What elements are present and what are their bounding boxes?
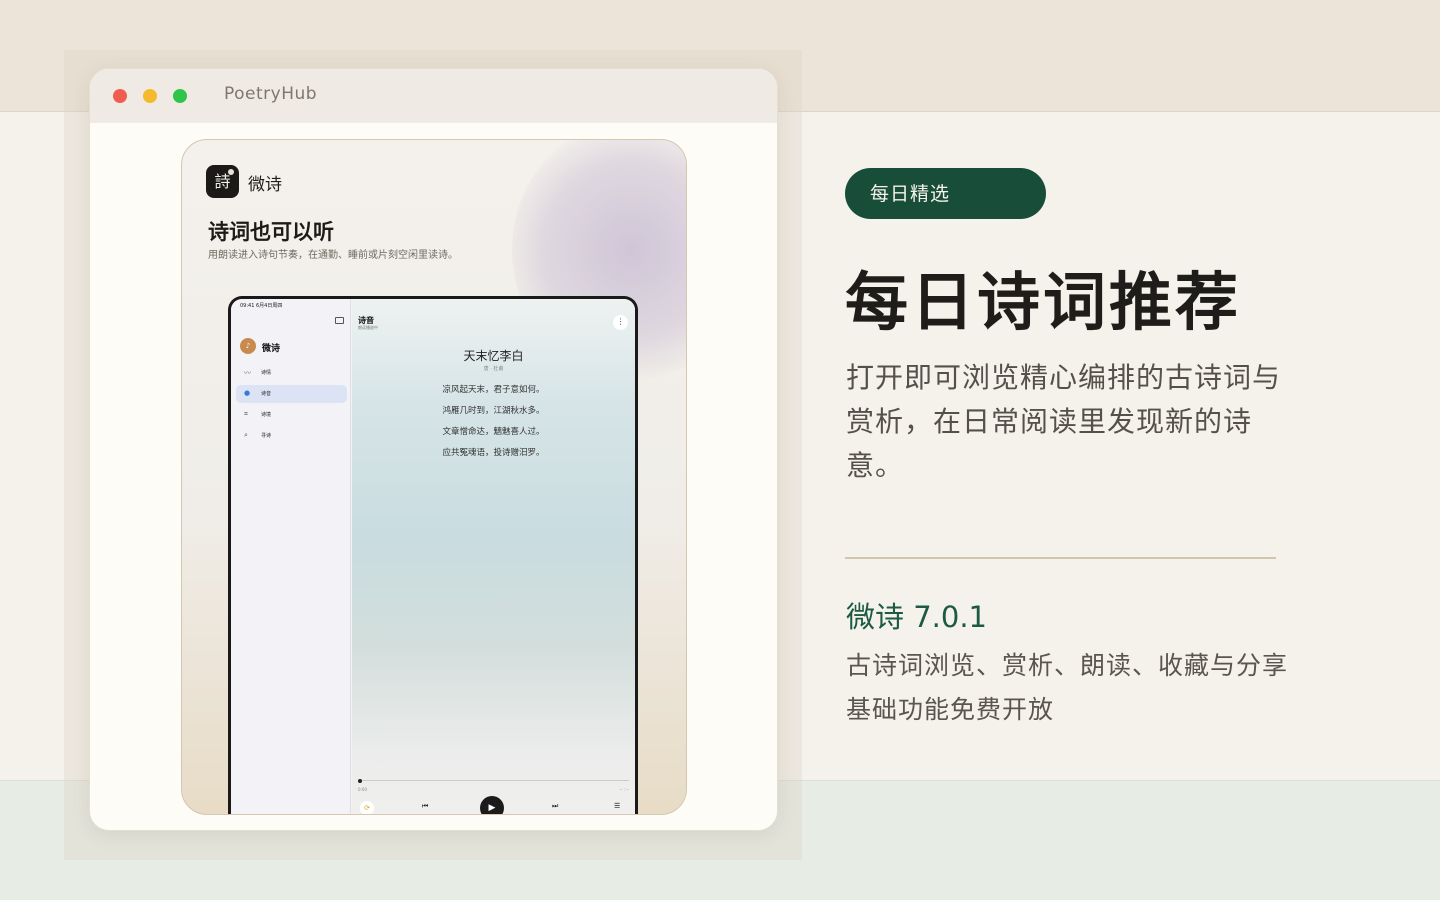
- app-window: PoetryHub 詩 微诗 诗词也可以听 用朗读进入诗句节奏，在通勤、睡前或片…: [89, 68, 778, 831]
- repeat-button[interactable]: ⟳: [360, 801, 374, 814]
- close-button[interactable]: [113, 89, 127, 103]
- window-titlebar[interactable]: PoetryHub: [90, 69, 777, 123]
- promo-headline: 每日诗词推荐: [845, 266, 1241, 339]
- time-elapsed: 0:00: [358, 787, 367, 792]
- feature-line: 古诗词浏览、赏析、朗读、收藏与分享: [846, 651, 1289, 680]
- sidebar-item-shiqing[interactable]: 〰 诗情: [236, 364, 347, 382]
- poem-author: 唐 · 杜甫: [483, 366, 504, 372]
- card-headline: 诗词也可以听: [208, 219, 334, 244]
- daily-pick-label: 每日精选: [870, 183, 951, 205]
- sidebar-item-label: 诗境: [261, 412, 272, 418]
- app-preview-card: 詩 微诗 诗词也可以听 用朗读进入诗句节奏，在通勤、睡前或片刻空闲里读诗。 ♪ …: [181, 139, 687, 815]
- sidebar-app-icon: ♪: [240, 338, 256, 354]
- promo-description: 打开即可浏览精心编排的古诗词与赏析，在日常阅读里发现新的诗意。: [846, 361, 1282, 482]
- search-icon: ⌕: [244, 431, 248, 439]
- poem-line: 鸿雁几时到，江湖秋水多。: [442, 406, 545, 416]
- sidebar-item-label: 寻诗: [261, 433, 272, 439]
- poem-line: 凉风起天末，君子意如何。: [442, 385, 545, 395]
- audio-icon: ●: [244, 389, 251, 397]
- ipad-sidebar: ♪ 微诗 〰 诗情 ● 诗音 ⌗ 诗境 ⌕ 寻诗: [231, 299, 351, 814]
- divider: [845, 557, 1276, 559]
- play-button[interactable]: ▶: [480, 796, 504, 814]
- version-label: 微诗 7.0.1: [846, 600, 988, 634]
- ipad-screen: ♪ 微诗 〰 诗情 ● 诗音 ⌗ 诗境 ⌕ 寻诗 09:41 6月4日周四 诗音…: [231, 299, 635, 814]
- status-time: 09:41 6月4日周四: [240, 303, 283, 309]
- previous-button[interactable]: ⏮: [422, 802, 428, 811]
- poem-line: 文章憎命达，魑魅喜人过。: [442, 427, 545, 437]
- sidebar-app-name: 微诗: [262, 344, 281, 354]
- next-button[interactable]: ⏭: [552, 802, 558, 811]
- feature-line: 基础功能免费开放: [846, 695, 1055, 724]
- poem-line: 应共冤魂语，投诗赠汨罗。: [442, 448, 545, 458]
- app-icon: 詩: [206, 165, 239, 198]
- zoom-button[interactable]: [173, 89, 187, 103]
- playback-progress-bar[interactable]: [358, 778, 629, 783]
- app-icon-glyph: 詩: [214, 172, 231, 191]
- ipad-mockup: ♪ 微诗 〰 诗情 ● 诗音 ⌗ 诗境 ⌕ 寻诗 09:41 6月4日周四 诗音…: [228, 296, 638, 814]
- main-subtitle: 朗读播放中: [358, 325, 378, 330]
- sidebar-item-shijing[interactable]: ⌗ 诗境: [236, 406, 347, 424]
- time-remaining: -- : --: [619, 787, 629, 792]
- ipad-main-pane: 诗音 朗读播放中 ⋮ 天末忆李白 唐 · 杜甫 凉风起天末，君子意如何。 鸿雁几…: [352, 299, 635, 814]
- poem-title: 天末忆李白: [463, 349, 524, 363]
- sidebar-toggle-icon[interactable]: [335, 317, 344, 324]
- sidebar-item-label: 诗音: [261, 391, 272, 397]
- sidebar-item-xunshi[interactable]: ⌕ 寻诗: [236, 427, 347, 445]
- more-options-button[interactable]: ⋮: [613, 315, 628, 330]
- minimize-button[interactable]: [143, 89, 157, 103]
- scan-icon: ⌗: [244, 410, 248, 418]
- app-icon-dot: [228, 169, 234, 175]
- progress-handle[interactable]: [358, 778, 362, 783]
- daily-pick-tag: 每日精选: [845, 168, 1046, 219]
- sidebar-item-label: 诗情: [261, 370, 272, 376]
- window-title: PoetryHub: [224, 84, 318, 104]
- playlist-button[interactable]: ☰: [614, 802, 620, 810]
- sidebar-item-shiyin[interactable]: ● 诗音: [236, 385, 347, 403]
- card-subtitle: 用朗读进入诗句节奏，在通勤、睡前或片刻空闲里读诗。: [208, 250, 458, 261]
- app-name: 微诗: [248, 175, 282, 195]
- wave-icon: 〰: [244, 369, 251, 377]
